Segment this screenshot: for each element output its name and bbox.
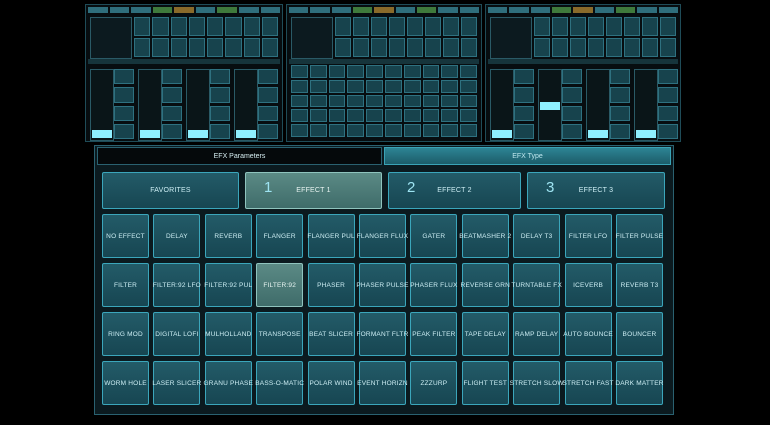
effect-button-phaser[interactable]: PHASER <box>307 263 355 307</box>
preview-buttons <box>258 69 278 139</box>
category-button-effect-3[interactable]: 3 EFFECT 3 <box>527 172 665 209</box>
effect-button-reverb-t3[interactable]: REVERB T3 <box>616 263 663 307</box>
category-label: EFFECT 2 <box>437 187 472 194</box>
preview-fader <box>490 69 514 141</box>
effect-button-phaser-flux[interactable]: PHASER FLUX <box>410 263 458 307</box>
preview-fader <box>234 69 258 141</box>
effect-button-no-effect[interactable]: NO EFFECT <box>102 214 149 258</box>
effect-button-flanger-pul[interactable]: FLANGER PUL <box>307 214 355 258</box>
preview-bpm-display <box>90 17 132 59</box>
preview-fader <box>138 69 162 141</box>
effect-button-dark-matter[interactable]: DARK MATTER <box>615 361 663 405</box>
preview-buttons <box>610 69 630 139</box>
preview-fader <box>634 69 658 141</box>
preview-effect-grid <box>291 65 477 137</box>
preview-bpm-display <box>490 17 532 59</box>
preview-buttons <box>562 69 582 139</box>
effect-button-stretch-fast[interactable]: STRETCH FAST <box>563 361 613 405</box>
effect-button-event-horizn[interactable]: EVENT HORIZN <box>357 361 408 405</box>
preview-pad-grid <box>534 17 676 57</box>
effect-button-reverb[interactable]: REVERB <box>204 214 252 258</box>
preview-tab-strip <box>289 7 479 13</box>
preview-panel-middle <box>286 4 482 142</box>
preview-divider <box>289 59 479 64</box>
effect-button-beatmasher-2[interactable]: BEATMASHER 2 <box>459 214 511 258</box>
effect-button-filter-pulse[interactable]: FILTER PULSE <box>616 214 663 258</box>
effect-button-reverse-grn[interactable]: REVERSE GRN <box>461 263 510 307</box>
category-button-effect-1[interactable]: 1 EFFECT 1 <box>245 172 382 209</box>
effect-button-filter-92-pul[interactable]: FILTER:92 PUL <box>204 263 252 307</box>
preview-buttons <box>162 69 182 139</box>
effect-button-mulholland[interactable]: MULHOLLAND <box>204 312 252 356</box>
effect-button-delay[interactable]: DELAY <box>153 214 201 258</box>
tab-efx-type[interactable]: EFX Type <box>384 147 671 165</box>
tab-efx-parameters[interactable]: EFX Parameters <box>97 147 382 165</box>
preview-tab-strip <box>88 7 281 13</box>
effect-button-phaser-pulse[interactable]: PHASER PULSE <box>356 263 408 307</box>
effect-button-flanger[interactable]: FLANGER <box>256 214 304 258</box>
effect-button-turntable-fx[interactable]: TURNTABLE FX <box>511 263 562 307</box>
preview-buttons <box>210 69 230 139</box>
effect-button-polar-wind[interactable]: POLAR WIND <box>307 361 355 405</box>
effect-button-bouncer[interactable]: BOUNCER <box>616 312 663 356</box>
preview-fader <box>90 69 114 141</box>
preview-pad-grid <box>335 17 477 57</box>
category-button-effect-2[interactable]: 2 EFFECT 2 <box>388 172 521 209</box>
effect-button-iceverb[interactable]: ICEVERB <box>564 263 612 307</box>
effect-button-zzzurp[interactable]: ZZZURP <box>410 361 458 405</box>
effect-button-filter[interactable]: FILTER <box>102 263 149 307</box>
preview-panel-right <box>485 4 681 142</box>
effect-button-flanger-flux[interactable]: FLANGER FLUX <box>357 214 408 258</box>
category-button-favorites[interactable]: FAVORITES <box>102 172 239 209</box>
effect-button-delay-t3[interactable]: DELAY T3 <box>513 214 561 258</box>
preview-pad-grid <box>134 17 278 57</box>
effect-button-laser-slicer[interactable]: LASER SLICER <box>152 361 201 405</box>
effect-button-gater[interactable]: GATER <box>410 214 458 258</box>
preview-buttons <box>514 69 534 139</box>
preview-buttons <box>114 69 134 139</box>
preview-panel-left <box>85 4 283 142</box>
effect-button-tape-delay[interactable]: TAPE DELAY <box>461 312 509 356</box>
effect-button-ramp-delay[interactable]: RAMP DELAY <box>513 312 561 356</box>
effect-button-digital-lofi[interactable]: DIGITAL LOFI <box>153 312 201 356</box>
effect-button-filter-92-lfo[interactable]: FILTER:92 LFO <box>153 263 201 307</box>
effect-button-flight-test[interactable]: FLIGHT TEST <box>461 361 509 405</box>
effect-button-filter-lfo[interactable]: FILTER LFO <box>564 214 612 258</box>
preview-fader <box>586 69 610 141</box>
preview-bpm-display <box>291 17 333 59</box>
effect-button-auto-bounce[interactable]: AUTO BOUNCE <box>563 312 613 356</box>
effect-button-filter-92[interactable]: FILTER:92 <box>256 263 304 307</box>
effect-button-bass-o-matic[interactable]: BASS-O-MATIC <box>255 361 304 405</box>
preview-tab-strip <box>488 7 678 13</box>
category-label: EFFECT 1 <box>296 187 331 194</box>
effect-button-worm-hole[interactable]: WORM HOLE <box>102 361 149 405</box>
preview-fader <box>186 69 210 141</box>
preview-fader <box>538 69 562 141</box>
category-label: FAVORITES <box>150 187 191 194</box>
effect-button-stretch-slow[interactable]: STRETCH SLOW <box>510 361 564 405</box>
category-label: EFFECT 3 <box>578 187 614 194</box>
effect-button-beat-slicer[interactable]: BEAT SLICER <box>307 312 355 356</box>
preview-buttons <box>658 69 678 139</box>
effect-button-granu-phase[interactable]: GRANU PHASE <box>204 361 253 405</box>
effect-button-peak-filter[interactable]: PEAK FILTER <box>410 312 458 356</box>
preview-divider <box>88 59 280 64</box>
effect-button-formant-fltr[interactable]: FORMANT FLTR <box>357 312 408 356</box>
effect-button-ring-mod[interactable]: RING MOD <box>102 312 149 356</box>
efx-panel: EFX Parameters EFX Type FAVORITES 1 EFFECT… <box>94 145 674 415</box>
preview-divider <box>488 59 678 64</box>
effect-button-transpose[interactable]: TRANSPOSE <box>256 312 304 356</box>
